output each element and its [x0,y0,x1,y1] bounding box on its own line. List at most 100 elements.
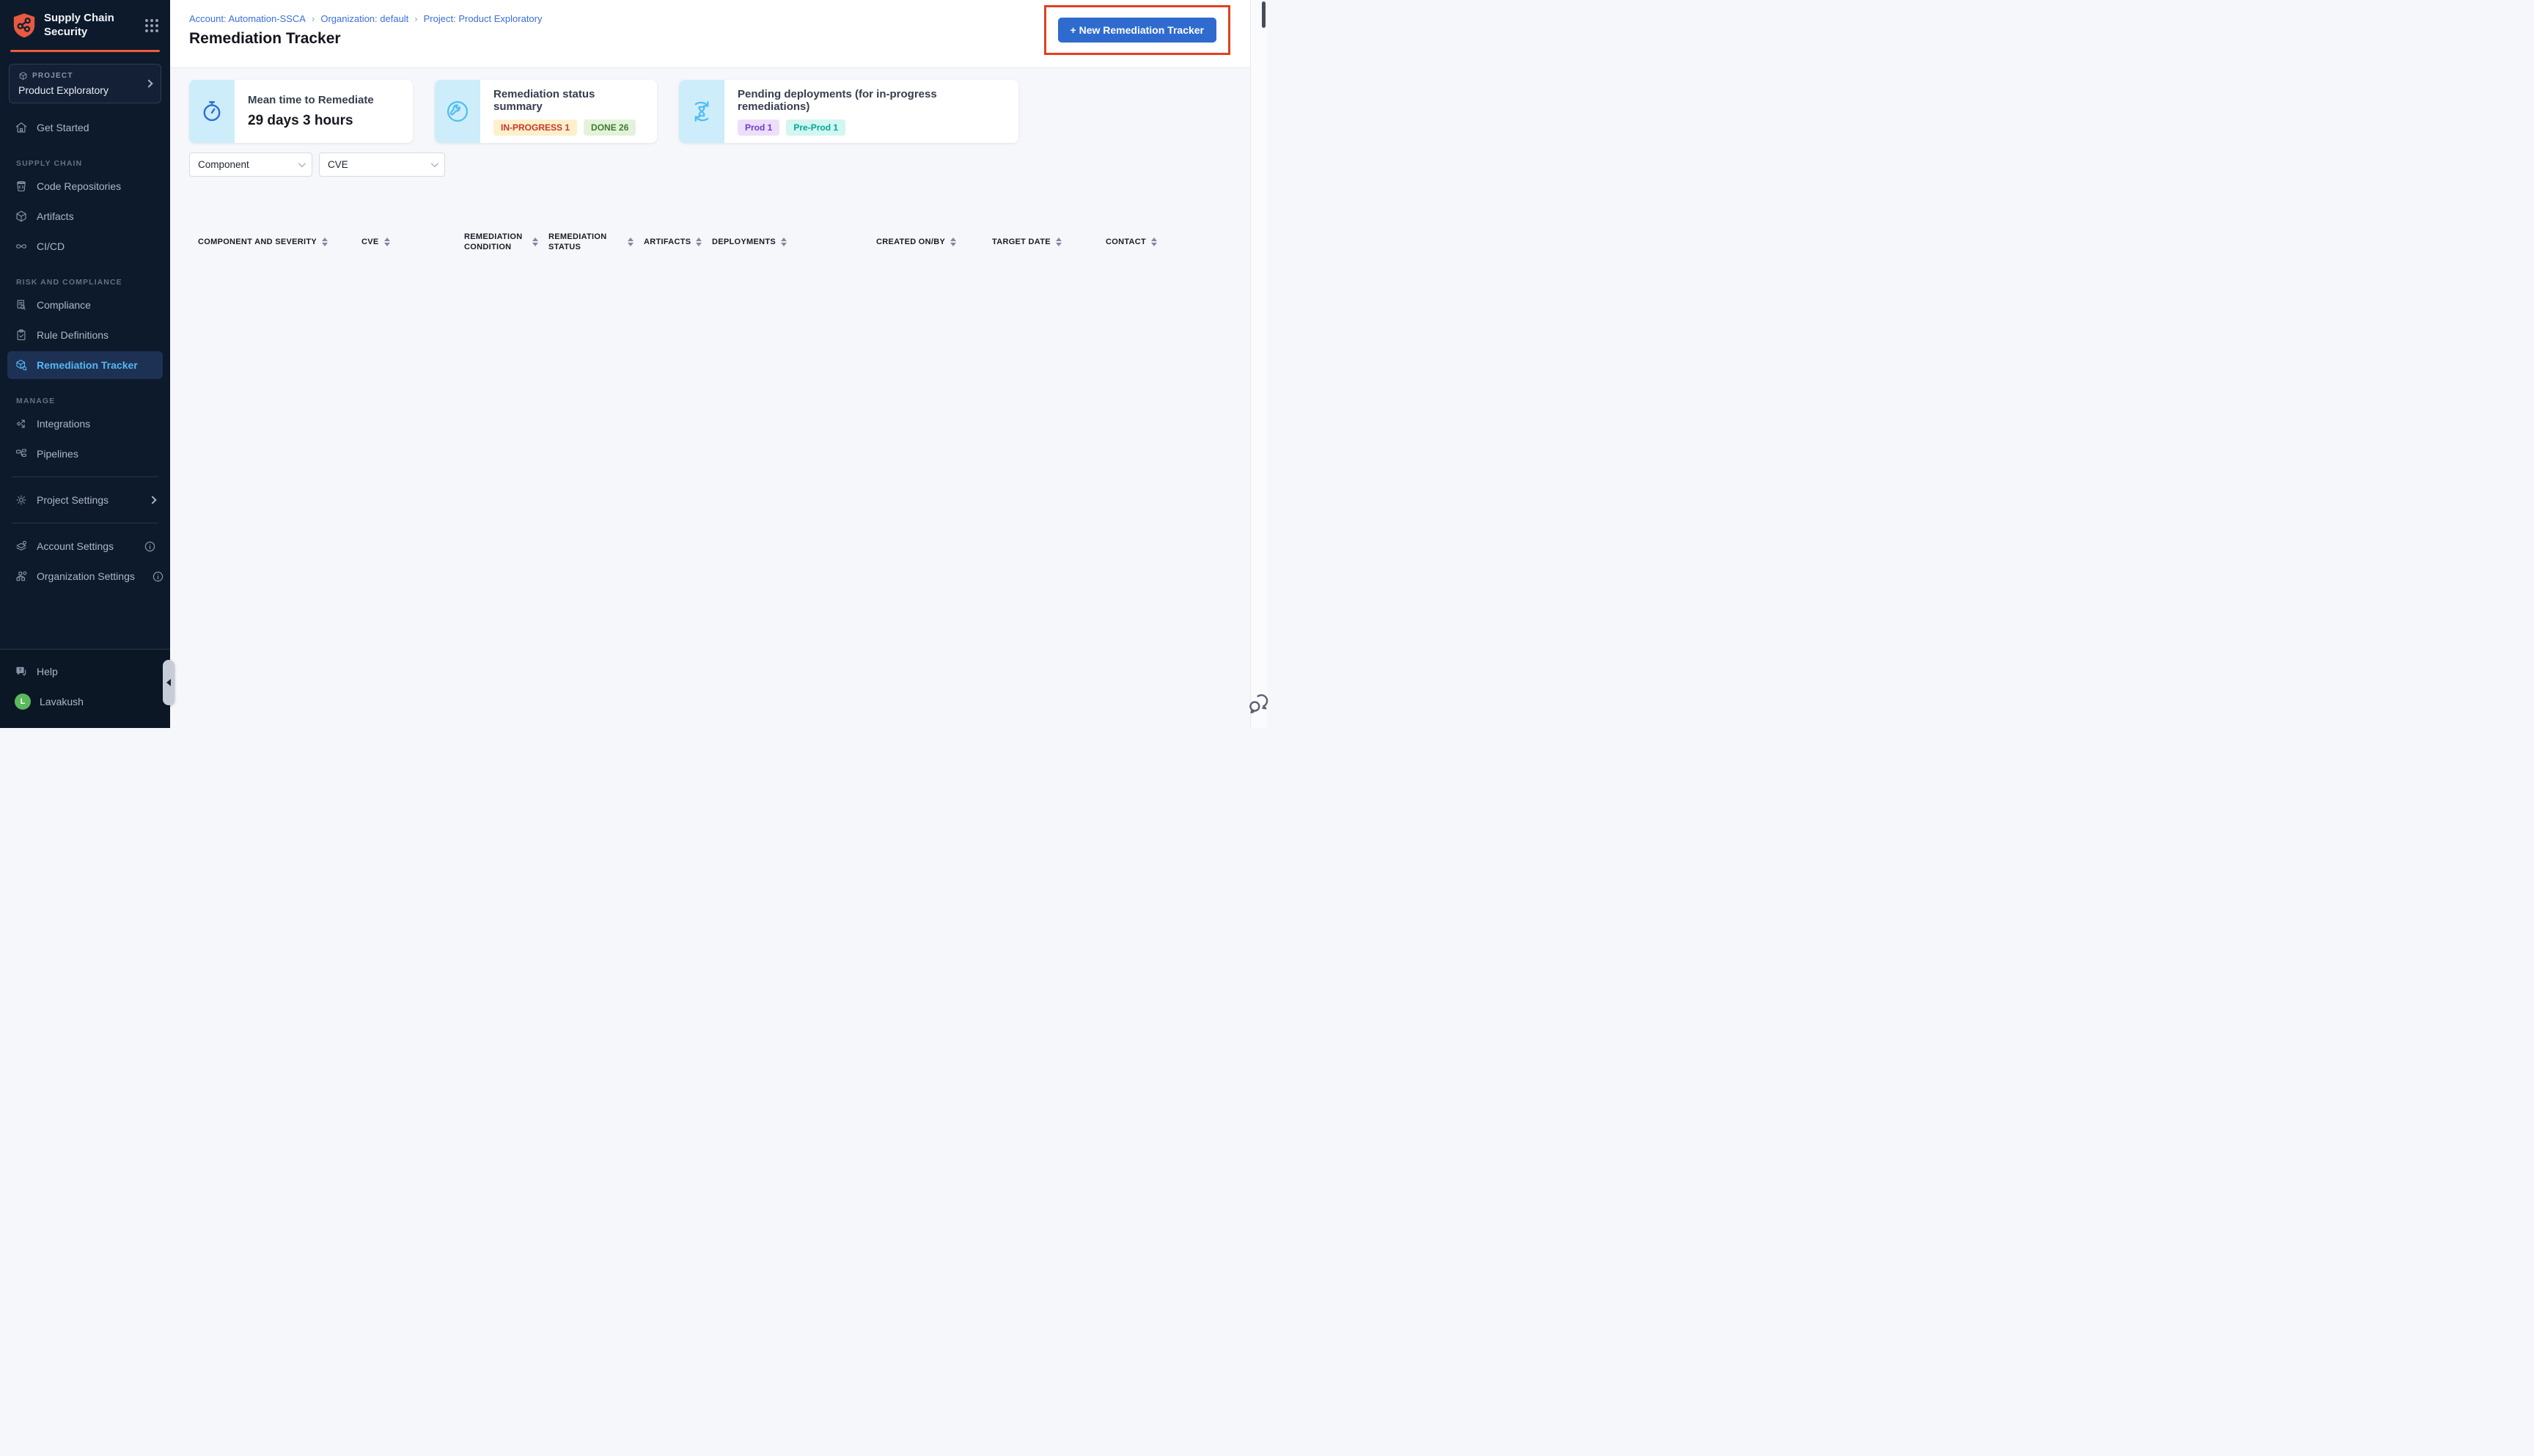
card-title: Pending deployments (for in-progress rem… [738,87,937,113]
summary-cards: Mean time to Remediate 29 days 3 hours R… [189,80,1267,143]
project-box-icon [19,72,27,80]
sidebar-item-account-settings[interactable]: Account Settings [7,532,163,560]
sort-icon[interactable] [696,237,702,246]
card-icon-strip [189,80,235,143]
column-header: COMPONENT AND SEVERITY [198,237,317,246]
sidebar: Supply Chain Security PROJECT Product Ex… [0,0,175,728]
done-count-badge: DONE 26 [584,119,636,136]
prod-count-badge: Prod 1 [738,119,780,136]
sort-icon[interactable] [1055,237,1062,246]
sort-icon[interactable] [532,238,538,246]
sidebar-item-label: Account Settings [37,540,114,552]
compliance-icon [17,300,26,310]
card-title: Mean time to Remediate [248,94,374,106]
column-header: REMEDIATION STATUS [548,232,607,251]
sidebar-item-label: CI/CD [37,240,65,252]
sidebar-item-pipelines[interactable]: Pipelines [7,440,163,468]
preprod-count-badge: Pre-Prod 1 [786,119,846,136]
card-icon-strip [435,80,480,143]
remediation-tracker-icon [16,359,27,371]
chat-support-icon[interactable] [1246,691,1271,716]
app-title: Supply Chain Security [44,12,114,38]
sort-icon[interactable] [383,237,390,246]
sidebar-item-label: Pipelines [37,448,78,460]
sidebar-item-code-repositories[interactable]: Code Repositories [7,172,163,200]
sidebar-item-help[interactable]: ? Help [7,658,163,685]
chevron-down-icon [298,160,306,168]
sidebar-item-label: Organization Settings [37,570,135,582]
integrations-icon [16,419,25,428]
sidebar-item-project-settings[interactable]: Project Settings [7,486,163,514]
cicd-infinity-icon [16,244,26,249]
chevron-down-icon [430,160,438,168]
project-selector[interactable]: PROJECT Product Exploratory [9,64,161,103]
card-pending-deployments: Pending deployments (for in-progress rem… [679,80,1018,143]
card-mean-time-to-remediate: Mean time to Remediate 29 days 3 hours [189,80,413,143]
sort-icon[interactable] [628,238,634,246]
sidebar-item-label: Artifacts [37,210,74,222]
card-icon-strip [679,80,724,143]
sort-icon[interactable] [950,237,957,246]
sidebar-item-user[interactable]: L Lavakush [7,688,163,716]
info-icon[interactable] [153,571,164,582]
sort-icon[interactable] [322,237,328,246]
sidebar-item-label: Get Started [37,122,89,133]
component-filter-dropdown[interactable]: Component [189,152,312,177]
sidebar-item-compliance[interactable]: Compliance [7,291,163,319]
artifacts-icon [16,210,26,222]
in-progress-count-badge: IN-PROGRESS 1 [493,119,578,136]
sidebar-item-label: Help [37,666,58,677]
sidebar-item-rule-definitions[interactable]: Rule Definitions [7,321,163,349]
breadcrumb-project[interactable]: Project: Product Exploratory [424,13,543,24]
content: Mean time to Remediate 29 days 3 hours R… [170,68,1267,728]
scrollbar-thumb[interactable] [1262,1,1266,28]
breadcrumb-separator: › [414,13,418,24]
code-repositories-icon [17,181,26,191]
sidebar-item-get-started[interactable]: Get Started [7,114,163,141]
card-title: Remediation status summary [493,87,595,113]
collapse-sidebar-handle[interactable] [163,660,175,705]
sidebar-item-organization-settings[interactable]: Organization Settings [7,562,164,590]
sidebar-item-label: Integrations [37,418,91,430]
sidebar-item-remediation-tracker[interactable]: Remediation Tracker [7,351,163,379]
account-settings-icon [16,540,26,551]
module-grid-icon[interactable] [144,18,160,34]
timer-icon [203,101,221,122]
user-name: Lavakush [40,696,84,707]
breadcrumb-separator: › [311,13,315,24]
rule-definitions-icon [17,329,26,340]
project-settings-gear-icon [16,495,26,505]
accent-divider [10,50,160,52]
column-header: REMEDIATION CONDITION [464,232,523,251]
column-header: ARTIFACTS [644,237,691,246]
sidebar-item-artifacts[interactable]: Artifacts [7,202,163,230]
project-name: Product Exploratory [18,84,109,96]
project-selector-body: PROJECT Product Exploratory [18,71,146,96]
new-remediation-tracker-button[interactable]: + New Remediation Tracker [1057,18,1216,43]
breadcrumb-organization[interactable]: Organization: default [320,13,408,24]
sidebar-item-cicd[interactable]: CI/CD [7,232,163,260]
cve-filter-dropdown[interactable]: CVE [319,152,445,177]
sort-icon[interactable] [1151,237,1158,246]
sidebar-item-label: Remediation Tracker [37,359,138,371]
table-header: COMPONENT AND SEVERITY CVE REMEDIATION C… [189,229,1220,254]
pending-deployments-icon [694,101,709,122]
chevron-right-icon [148,496,157,504]
pipelines-icon [16,449,26,457]
annotation-highlight-box: + New Remediation Tracker [1043,5,1230,55]
svg-text:?: ? [19,669,22,673]
supply-chain-security-logo-icon [13,13,35,38]
sidebar-item-integrations[interactable]: Integrations [7,410,163,438]
section-title-manage: MANAGE [16,397,56,405]
column-header: CREATED ON/BY [876,237,946,246]
sidebar-bottom: ? Help L Lavakush [0,649,170,728]
sidebar-item-label: Compliance [37,299,91,311]
sidebar-nav: Get Started SUPPLY CHAIN Code Repositori… [0,106,170,592]
section-title-supply-chain: SUPPLY CHAIN [16,159,83,168]
sidebar-header: Supply Chain Security [0,0,170,48]
home-icon [15,122,27,133]
breadcrumb-account[interactable]: Account: Automation-SSCA [189,13,306,24]
card-remediation-status-summary: Remediation status summary IN-PROGRESS 1… [435,80,657,143]
sort-icon[interactable] [781,237,787,246]
info-icon[interactable] [144,541,155,552]
